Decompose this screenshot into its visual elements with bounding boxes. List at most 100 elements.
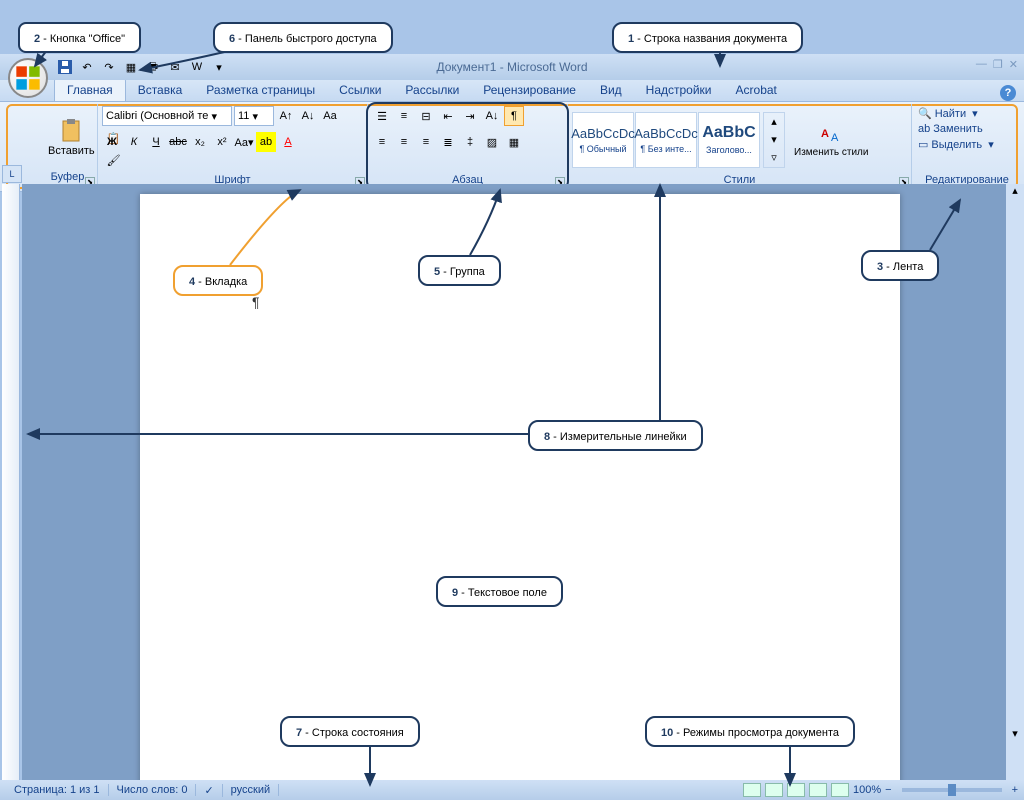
clear-format-icon[interactable]: Aa [320, 106, 340, 126]
help-button[interactable]: ? [1000, 85, 1016, 101]
redo-icon[interactable]: ↷ [100, 58, 118, 76]
superscript-button[interactable]: x² [212, 132, 232, 152]
word-icon[interactable]: W [188, 58, 206, 76]
zoom-out-button[interactable]: − [885, 784, 891, 796]
indent-inc-button[interactable]: ⇥ [460, 106, 480, 126]
qat-dropdown-icon[interactable]: ▾ [210, 58, 228, 76]
multilevel-button[interactable]: ⊟ [416, 106, 436, 126]
grow-font-icon[interactable]: A↑ [276, 106, 296, 126]
styles-expand-icon[interactable]: ▿ [764, 149, 784, 167]
scroll-down-icon[interactable]: ▾ [1006, 727, 1024, 740]
callout-6: 6 - Панель быстрого доступа [213, 22, 393, 53]
replace-button[interactable]: abЗаменить [916, 122, 1018, 136]
minimize-button[interactable]: — [976, 58, 987, 71]
zoom-slider[interactable] [902, 788, 1002, 792]
tab-review[interactable]: Рецензирование [471, 79, 588, 101]
zoom-value[interactable]: 100% [853, 784, 881, 796]
maximize-button[interactable]: ❐ [993, 58, 1003, 71]
view-full-screen[interactable] [765, 783, 783, 797]
document-area: ¶ [22, 184, 1006, 780]
highlight-button[interactable]: ab [256, 132, 276, 152]
callout-4: 4 - Вкладка [173, 265, 263, 296]
select-button[interactable]: ▭Выделить ▾ [916, 137, 1018, 152]
tab-addins[interactable]: Надстройки [634, 79, 724, 101]
scroll-up-icon[interactable]: ▴ [1006, 184, 1024, 200]
select-icon: ▭ [918, 138, 928, 151]
replace-icon: ab [918, 123, 930, 135]
office-button[interactable] [8, 58, 48, 98]
strike-button[interactable]: abc [168, 132, 188, 152]
status-bar: Страница: 1 из 1 Число слов: 0 ✓ русский… [0, 780, 1024, 800]
svg-text:A: A [831, 132, 839, 144]
vertical-ruler[interactable] [2, 184, 20, 780]
font-size-combo[interactable]: 11 ▾ [234, 106, 274, 126]
show-marks-button[interactable]: ¶ [504, 106, 524, 126]
group-styles: AaBbCcDc¶ Обычный AaBbCcDc¶ Без инте... … [568, 104, 912, 189]
view-outline[interactable] [809, 783, 827, 797]
style-heading1[interactable]: AaBbCЗаголово... [698, 112, 760, 168]
shrink-font-icon[interactable]: A↓ [298, 106, 318, 126]
justify-button[interactable]: ≣ [438, 132, 458, 152]
view-print-layout[interactable] [743, 783, 761, 797]
borders-button[interactable]: ▦ [504, 132, 524, 152]
style-normal[interactable]: AaBbCcDc¶ Обычный [572, 112, 634, 168]
title-bar: ↶ ↷ ▦ 🖶 ✉ W ▾ Документ1 - Microsoft Word… [0, 54, 1024, 80]
font-color-button[interactable]: A [278, 132, 298, 152]
bold-button[interactable]: Ж [102, 132, 122, 152]
paste-label: Вставить [48, 145, 95, 157]
tab-layout[interactable]: Разметка страницы [194, 79, 327, 101]
subscript-button[interactable]: x₂ [190, 132, 210, 152]
underline-button[interactable]: Ч [146, 132, 166, 152]
align-left-button[interactable]: ≡ [372, 132, 392, 152]
ruler-corner[interactable]: L [2, 165, 22, 183]
bullets-button[interactable]: ☰ [372, 106, 392, 126]
change-case-button[interactable]: Aa▾ [234, 132, 254, 152]
find-icon: 🔍 [918, 107, 932, 120]
paste-button[interactable]: Вставить [42, 117, 101, 159]
align-right-button[interactable]: ≡ [416, 132, 436, 152]
styles-scroll-up-icon[interactable]: ▴ [764, 113, 784, 131]
ribbon-tabs: Главная Вставка Разметка страницы Ссылки… [0, 80, 1024, 102]
mail-icon[interactable]: ✉ [166, 58, 184, 76]
tab-mailings[interactable]: Рассылки [393, 79, 471, 101]
style-nospacing[interactable]: AaBbCcDc¶ Без инте... [635, 112, 697, 168]
callout-1: 1 - Строка названия документа [612, 22, 803, 53]
table-icon[interactable]: ▦ [122, 58, 140, 76]
tab-insert[interactable]: Вставка [126, 79, 195, 101]
svg-text:A: A [821, 128, 829, 140]
italic-button[interactable]: К [124, 132, 144, 152]
status-language[interactable]: русский [223, 784, 279, 796]
undo-icon[interactable]: ↶ [78, 58, 96, 76]
change-styles-button[interactable]: AA Изменить стили [788, 119, 874, 160]
group-editing: 🔍Найти ▾ abЗаменить ▭Выделить ▾ Редактир… [912, 104, 1022, 189]
tab-home[interactable]: Главная [54, 78, 126, 101]
indent-dec-button[interactable]: ⇤ [438, 106, 458, 126]
tab-view[interactable]: Вид [588, 79, 634, 101]
styles-scroll-down-icon[interactable]: ▾ [764, 131, 784, 149]
numbering-button[interactable]: ≡ [394, 106, 414, 126]
zoom-in-button[interactable]: + [1012, 784, 1018, 796]
find-button[interactable]: 🔍Найти ▾ [916, 106, 1018, 121]
callout-5: 5 - Группа [418, 255, 501, 286]
sort-button[interactable]: A↓ [482, 106, 502, 126]
save-icon[interactable] [56, 58, 74, 76]
callout-2: 2 - Кнопка "Office" [18, 22, 141, 53]
print-icon[interactable]: 🖶 [144, 58, 162, 76]
vertical-scrollbar[interactable]: ▴ ▾ [1006, 184, 1024, 780]
status-page[interactable]: Страница: 1 из 1 [6, 784, 109, 796]
status-words[interactable]: Число слов: 0 [109, 784, 197, 796]
line-spacing-button[interactable]: ‡ [460, 132, 480, 152]
document-title: Документ1 - Microsoft Word [436, 60, 587, 74]
view-web[interactable] [787, 783, 805, 797]
change-styles-label: Изменить стили [794, 147, 868, 158]
callout-9: 9 - Текстовое поле [436, 576, 563, 607]
font-name-combo[interactable]: Calibri (Основной те ▾ [102, 106, 232, 126]
view-draft[interactable] [831, 783, 849, 797]
close-button[interactable]: ✕ [1009, 58, 1018, 71]
status-spell-icon[interactable]: ✓ [196, 784, 222, 797]
align-center-button[interactable]: ≡ [394, 132, 414, 152]
tab-acrobat[interactable]: Acrobat [724, 79, 789, 101]
shading-button[interactable]: ▨ [482, 132, 502, 152]
tab-references[interactable]: Ссылки [327, 79, 393, 101]
group-paragraph: ☰ ≡ ⊟ ⇤ ⇥ A↓ ¶ ≡ ≡ ≡ ≣ ‡ ▨ ▦ Абзац ⬊ [368, 104, 568, 189]
